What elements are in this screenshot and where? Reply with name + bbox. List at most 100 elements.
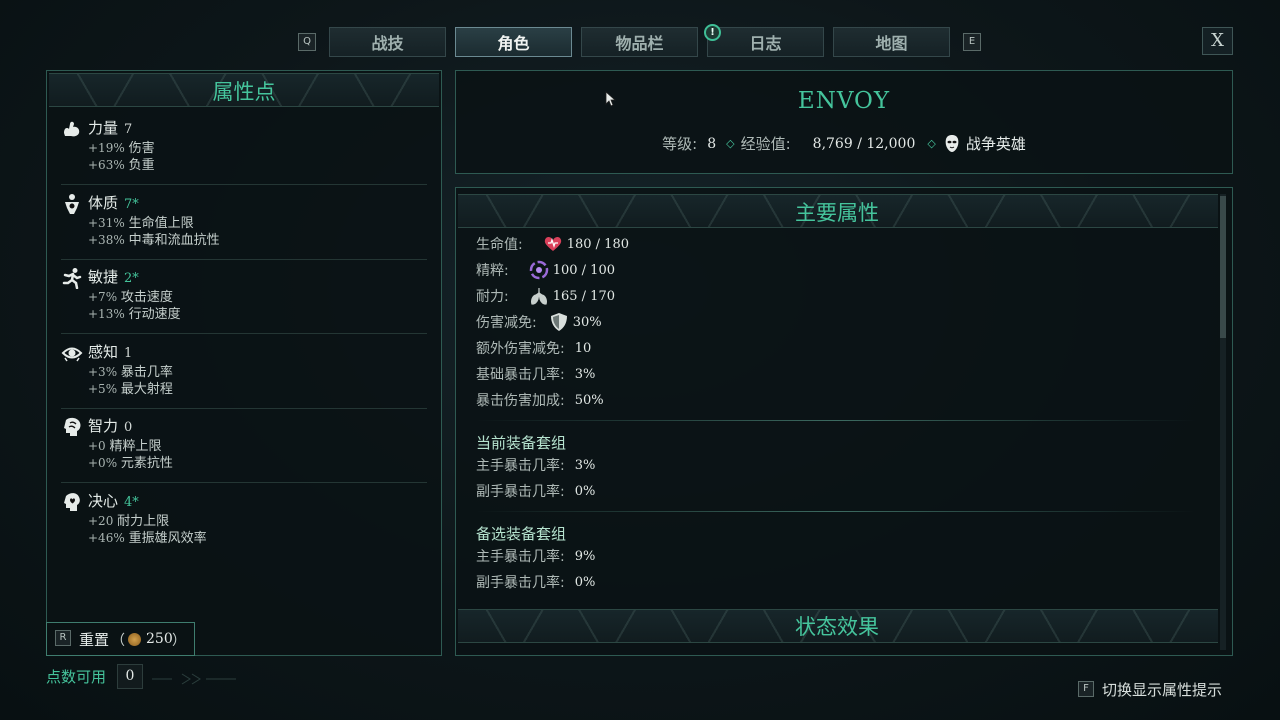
attribute-value: 2* <box>124 271 139 286</box>
mask-icon <box>944 134 960 153</box>
stat-value: 9% <box>574 548 596 564</box>
stat-label: 生命值: <box>476 237 523 253</box>
tab-label: 地图 <box>875 34 908 53</box>
attribute-name: 决心 4* <box>88 490 139 511</box>
toggle-hint-label[interactable]: 切换显示属性提示 <box>1102 679 1222 700</box>
stat-label: 副手暴击几率: <box>476 484 565 500</box>
main-stats-title: 主要属性 <box>795 201 879 225</box>
tab-inventory[interactable]: 物品栏 <box>581 27 698 57</box>
attribute-name: 体质 7* <box>88 192 139 213</box>
bonus-number: +38% <box>88 232 125 247</box>
heart-icon <box>535 234 563 254</box>
mouse-cursor-icon <box>605 91 617 111</box>
stat-row: 主手暴击几率: 9% <box>476 545 595 567</box>
tab-map[interactable]: 地图 <box>833 27 950 57</box>
stat-row: 额外伤害减免: 10 <box>476 337 591 359</box>
bonus-number: +31% <box>88 215 125 230</box>
stat-row: 副手暴击几率: 0% <box>476 571 595 593</box>
stat-label: 伤害减免: <box>476 315 537 331</box>
attribute-row[interactable]: 力量 7 +19% 伤害 +63% 负重 <box>61 115 427 185</box>
attribute-value: 0 <box>124 420 133 435</box>
xp-label: 经验值: <box>740 135 791 153</box>
scrollbar-track[interactable] <box>1220 194 1226 650</box>
tab-character[interactable]: 角色 <box>455 27 572 57</box>
tab-label: 日志 <box>749 34 782 53</box>
stat-row: 耐力: 165 / 170 <box>476 285 615 307</box>
level-label: 等级: <box>662 135 698 153</box>
bonus-number: +46% <box>88 530 125 545</box>
bonus-number: +63% <box>88 158 125 172</box>
scrollbar-thumb[interactable] <box>1220 196 1226 338</box>
bonus-text: 最大射程 <box>120 381 173 397</box>
tab-combat-arts[interactable]: 战技 <box>329 27 446 57</box>
stat-row: 暴击伤害加成: 50% <box>476 389 604 411</box>
stat-label: 主手暴击几率: <box>476 458 565 474</box>
attribute-bonus: +0% 元素抗性 <box>88 452 173 471</box>
stat-label: 基础暴击几率: <box>476 367 565 383</box>
attributes-title: 属性点 <box>212 80 276 104</box>
points-available-label: 点数可用 <box>46 668 107 686</box>
attribute-row[interactable]: 敏捷 2* +7% 攻击速度 +13% 行动速度 <box>61 264 427 334</box>
tab-journal[interactable]: 日志 <box>707 27 824 57</box>
attribute-name: 智力 0 <box>88 415 132 436</box>
stat-label: 暴击伤害加成: <box>476 393 565 409</box>
attribute-value: 4* <box>124 494 139 510</box>
stat-label: 主手暴击几率: <box>476 549 565 565</box>
diamond-separator-icon: ◇ <box>927 137 936 150</box>
bonus-number: +19% <box>88 141 125 155</box>
stat-row: 副手暴击几率: 0% <box>476 480 595 502</box>
bonus-number: +3% <box>88 364 118 379</box>
attribute-name: 力量 7 <box>88 117 132 138</box>
tab-next-key[interactable]: E <box>963 33 981 51</box>
stat-label: 额外伤害减免: <box>476 341 565 357</box>
tab-prev-key[interactable]: Q <box>298 33 316 51</box>
attribute-value: 7* <box>124 196 139 212</box>
stat-row: 精粹: 100 / 100 <box>476 259 615 281</box>
attribute-row[interactable]: 体质 7* +31% 生命值上限 +38% 中毒和流血抗性 <box>61 190 427 260</box>
stat-value: 3% <box>574 366 596 382</box>
bonus-text: 重振雄风效率 <box>128 530 207 546</box>
body-icon <box>61 193 83 215</box>
attribute-name-text: 力量 <box>88 119 119 137</box>
attribute-bonus: +46% 重振雄风效率 <box>88 527 207 546</box>
current-set-title: 当前装备套组 <box>476 434 567 452</box>
tab-label: 战技 <box>371 34 404 53</box>
diamond-separator-icon: ◇ <box>726 137 735 150</box>
attribute-bonus: +5% 最大射程 <box>88 378 173 397</box>
character-header-panel: ENVOY 等级: 8 ◇ 经验值: 8,769 / 12,000 ◇ 战争英雄 <box>455 70 1233 174</box>
toggle-hint-key[interactable]: F <box>1078 681 1094 697</box>
close-button[interactable]: X <box>1202 27 1233 55</box>
section-divider <box>476 420 1196 421</box>
stat-label: 精粹: <box>476 263 509 279</box>
character-title: 战争英雄 <box>965 135 1026 153</box>
brain-icon <box>61 416 83 438</box>
attribute-bonus: +13% 行动速度 <box>88 303 181 322</box>
stat-value: 0% <box>574 483 596 499</box>
main-stats-panel: 主要属性 生命值: 180 / 180 精粹: 100 / 100 耐力: 165 / 1… <box>455 187 1233 656</box>
points-decoration <box>152 670 236 685</box>
tab-label: 角色 <box>497 34 530 53</box>
level-value: 8 <box>707 135 717 152</box>
essence-icon <box>521 260 549 280</box>
journal-alert-icon: ! <box>704 24 721 41</box>
attribute-name-text: 智力 <box>88 417 119 435</box>
attribute-name: 敏捷 2* <box>88 266 139 287</box>
reset-close-paren: ） <box>172 633 186 649</box>
reset-button[interactable]: R 重置 （ 250 ） <box>46 622 195 656</box>
stat-value: 3% <box>574 457 596 473</box>
stat-row: 伤害减免: 30% <box>476 311 602 333</box>
bonus-text: 中毒和流血抗性 <box>128 232 220 248</box>
attribute-row[interactable]: 感知 1 +3% 暴击几率 +5% 最大射程 <box>61 339 427 409</box>
reset-open-paren: （ <box>111 633 125 649</box>
attribute-row[interactable]: 智力 0 +0 精粹上限 +0% 元素抗性 <box>61 413 427 483</box>
alt-set-title: 备选装备套组 <box>476 525 567 543</box>
bonus-number: +13% <box>88 307 125 321</box>
lungs-icon <box>521 286 549 306</box>
stat-row: 主手暴击几率: 3% <box>476 454 595 476</box>
attribute-row[interactable]: 决心 4* +20 耐力上限 +46% 重振雄风效率 <box>61 488 427 558</box>
stat-label: 耐力: <box>476 289 509 305</box>
attribute-bonus: +38% 中毒和流血抗性 <box>88 229 220 248</box>
attribute-name-text: 敏捷 <box>88 268 119 286</box>
tab-label: 物品栏 <box>615 34 664 53</box>
stat-value: 30% <box>572 314 602 330</box>
